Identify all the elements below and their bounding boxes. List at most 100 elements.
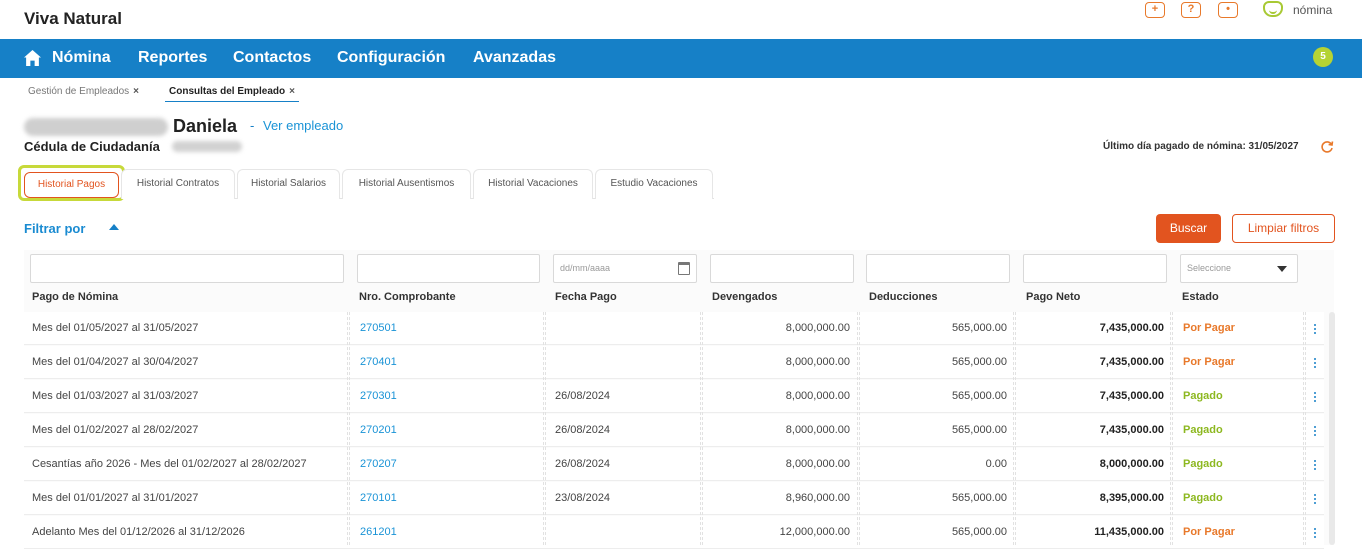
nav-item-reportes[interactable]: Reportes [138,49,207,67]
nomina-logo-text: nómina [1293,3,1333,17]
cell-pago-neto: 7,435,000.00 [1099,356,1164,368]
main-nav: Nómina Reportes Contactos Configuración … [0,39,1362,78]
cell-fecha-pago: 26/08/2024 [555,424,611,436]
row-actions-menu-icon[interactable] [1314,528,1317,539]
cell-comprobante-link[interactable]: 270401 [360,346,540,379]
cell-comprobante-link[interactable]: 270301 [360,380,540,413]
tab-historial-vacaciones[interactable]: Historial Vacaciones [473,169,593,199]
user-icon[interactable]: • [1218,2,1238,18]
cell-comprobante-link[interactable]: 270207 [360,448,540,481]
cell-fecha-pago [555,346,695,379]
column-divider [857,312,860,545]
cell-fecha-pago: 23/08/2024 [555,492,611,504]
table-row[interactable]: Mes del 01/03/2027 al 31/03/2027 270301 26… [24,380,1324,413]
table-row[interactable]: Cesantías año 2026 - Mes del 01/02/2027 … [24,448,1324,481]
cell-comprobante-link[interactable]: 270101 [360,482,540,515]
row-actions-menu-icon[interactable] [1314,392,1317,403]
tab-historial-pagos[interactable]: Historial Pagos [24,172,119,198]
refresh-icon[interactable] [1320,140,1334,154]
filter-deducciones-input[interactable] [866,254,1010,283]
cell-devengados: 8,000,000.00 [785,322,850,334]
breadcrumb-label: Gestión de Empleados [28,86,130,97]
id-type-label: Cédula de Ciudadanía [24,139,160,154]
filter-comprobante-input[interactable] [357,254,540,283]
table-row[interactable]: Mes del 01/01/2027 al 31/01/2027 270101 23… [24,482,1324,515]
cell-fecha-pago: 26/08/2024 [555,458,611,470]
cell-estado: Pagado [1183,424,1223,436]
nav-item-avanzadas[interactable]: Avanzadas [473,49,556,67]
calendar-icon[interactable] [678,262,690,275]
column-divider [347,312,350,545]
cell-deducciones: 565,000.00 [951,356,1007,368]
tab-historial-ausentismos[interactable]: Historial Ausentismos [342,169,471,199]
column-header-fecha-pago: Fecha Pago [555,291,617,303]
column-header-comprobante: Nro. Comprobante [359,291,456,303]
breadcrumb-tab-gestion[interactable]: Gestión de Empleados × [24,86,143,102]
filter-toggle[interactable]: Filtrar por [24,221,85,236]
table-row[interactable]: Mes del 01/02/2027 al 28/02/2027 270201 26… [24,414,1324,447]
cell-devengados: 8,000,000.00 [785,458,850,470]
row-actions-menu-icon[interactable] [1314,324,1317,335]
cell-pago-nomina: Adelanto Mes del 01/12/2026 al 31/12/202… [32,526,245,538]
last-paid-date: Último día pagado de nómina: 31/05/2027 [1103,141,1299,152]
cell-devengados: 8,960,000.00 [785,492,850,504]
row-actions-menu-icon[interactable] [1314,358,1317,369]
close-icon[interactable]: × [133,86,139,97]
row-actions-menu-icon[interactable] [1314,460,1317,471]
cell-pago-nomina: Mes del 01/03/2027 al 31/03/2027 [32,390,199,402]
notification-badge[interactable]: 5 [1313,47,1333,67]
column-header-pago-nomina: Pago de Nómina [32,291,119,303]
cell-estado: Pagado [1183,492,1223,504]
employee-name: Daniela [173,116,238,136]
cell-comprobante-link[interactable]: 270201 [360,414,540,447]
filter-pago-neto-input[interactable] [1023,254,1167,283]
table-row[interactable]: Mes del 01/05/2027 al 31/05/2027 270501 8,… [24,312,1324,345]
cell-comprobante-link[interactable]: 261201 [360,516,540,549]
table-row[interactable]: Mes del 01/04/2027 al 30/04/2027 270401 8,… [24,346,1324,379]
cell-pago-nomina: Cesantías año 2026 - Mes del 01/02/2027 … [32,458,307,470]
nav-item-configuracion[interactable]: Configuración [337,49,445,67]
tab-historial-salarios[interactable]: Historial Salarios [237,169,340,199]
table-scrollbar[interactable] [1329,312,1335,545]
column-divider [543,312,546,545]
row-actions-menu-icon[interactable] [1314,426,1317,437]
tab-estudio-vacaciones[interactable]: Estudio Vacaciones [595,169,713,199]
plus-icon[interactable]: + [1145,2,1165,18]
cell-pago-nomina: Mes del 01/01/2027 al 31/01/2027 [32,492,199,504]
column-divider [1013,312,1016,545]
search-button[interactable]: Buscar [1156,214,1221,243]
row-actions-menu-icon[interactable] [1314,494,1317,505]
cell-comprobante-link[interactable]: 270501 [360,312,540,345]
filter-devengados-input[interactable] [710,254,854,283]
view-employee-link[interactable]: Ver empleado [263,118,343,133]
cell-pago-neto: 7,435,000.00 [1099,390,1164,402]
column-divider [1303,312,1306,545]
cell-deducciones: 565,000.00 [951,424,1007,436]
cell-deducciones: 565,000.00 [951,322,1007,334]
select-placeholder: Seleccione [1187,263,1232,273]
cell-estado: Por Pagar [1183,356,1235,368]
cell-devengados: 8,000,000.00 [785,356,850,368]
brand-name: Viva Natural [24,9,122,28]
cell-deducciones: 565,000.00 [951,390,1007,402]
caret-up-icon[interactable] [109,224,119,230]
cell-fecha-pago [555,312,695,345]
cell-estado: Por Pagar [1183,526,1235,538]
nav-item-nomina[interactable]: Nómina [52,49,111,67]
close-icon[interactable]: × [289,86,295,97]
cell-estado: Por Pagar [1183,322,1235,334]
cell-devengados: 12,000,000.00 [779,526,850,538]
breadcrumb-tab-consultas[interactable]: Consultas del Empleado × [165,86,299,102]
tab-historial-contratos[interactable]: Historial Contratos [121,169,235,199]
column-header-estado: Estado [1182,291,1219,303]
clear-filters-button[interactable]: Limpiar filtros [1232,214,1335,243]
filter-pago-nomina-input[interactable] [30,254,344,283]
cell-fecha-pago: 26/08/2024 [555,390,611,402]
filter-estado-select[interactable]: Seleccione [1180,254,1298,283]
nav-item-contactos[interactable]: Contactos [233,49,311,67]
table-row[interactable]: Adelanto Mes del 01/12/2026 al 31/12/202… [24,516,1324,549]
help-icon[interactable]: ? [1181,2,1201,18]
column-header-devengados: Devengados [712,291,778,303]
filter-fecha-pago-input[interactable]: dd/mm/aaaa [553,254,697,283]
home-icon[interactable] [24,50,41,66]
